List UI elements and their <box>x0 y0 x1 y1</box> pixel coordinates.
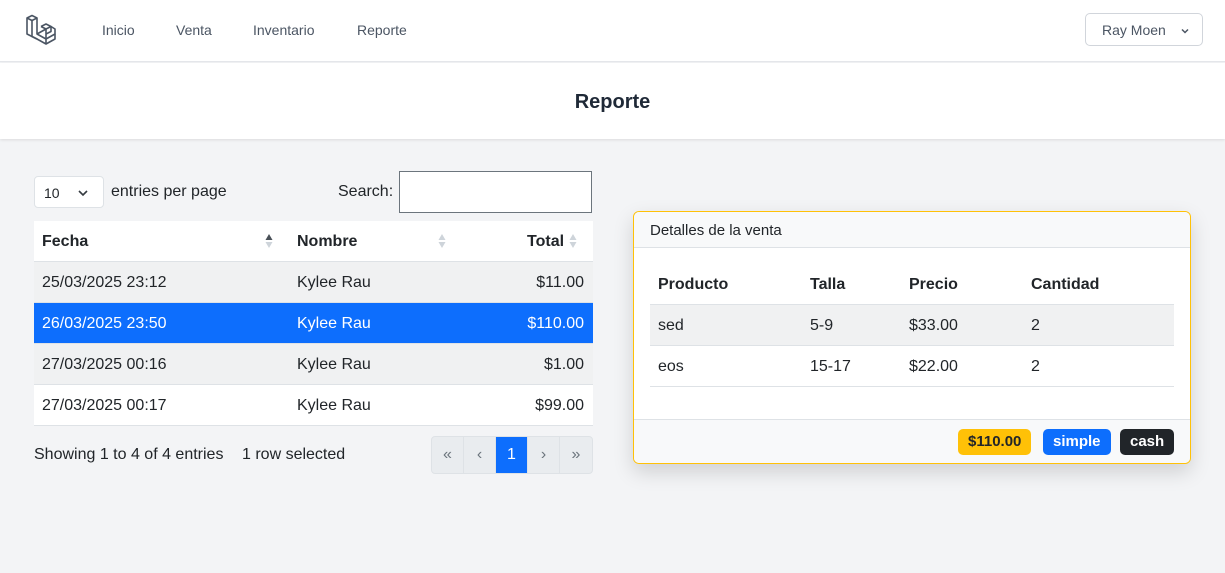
details-row: sed 5-9 $33.00 2 <box>650 305 1174 346</box>
cell-cantidad: 2 <box>1031 317 1040 334</box>
search-label: Search: <box>338 183 394 200</box>
pagination: « ‹ 1 › » <box>431 436 593 474</box>
cell-nombre: Kylee Rau <box>297 397 371 414</box>
nav-link-inicio[interactable]: Inicio <box>102 22 135 38</box>
cell-fecha: 27/03/2025 00:17 <box>42 397 167 414</box>
user-menu-button[interactable]: Ray Moen <box>1085 13 1203 46</box>
entries-per-page-label: entries per page <box>111 183 227 200</box>
nav-link-inventario[interactable]: Inventario <box>253 22 314 38</box>
page-1-button[interactable]: 1 <box>496 437 528 473</box>
chevron-down-icon <box>78 190 88 197</box>
column-header-total[interactable]: Total <box>527 233 564 251</box>
cell-total: $99.00 <box>535 397 584 414</box>
entries-per-page-select[interactable]: 10 <box>34 176 104 208</box>
cell-talla: 15-17 <box>810 358 851 375</box>
cell-producto: eos <box>658 358 684 375</box>
entries-per-page-value: 10 <box>44 185 60 201</box>
cell-nombre: Kylee Rau <box>297 356 371 373</box>
last-page-button[interactable]: » <box>560 437 592 473</box>
sort-icon[interactable] <box>438 233 446 249</box>
details-header-row: Producto Talla Precio Cantidad <box>650 264 1174 305</box>
first-page-button[interactable]: « <box>432 437 464 473</box>
column-header-cantidad: Cantidad <box>1031 276 1100 293</box>
cell-producto: sed <box>658 317 684 334</box>
nav-link-reporte[interactable]: Reporte <box>357 22 407 38</box>
sale-details-card: Detalles de la venta Producto Talla Prec… <box>633 211 1191 464</box>
table-info-text: Showing 1 to 4 of 4 entries <box>34 446 224 463</box>
column-header-producto: Producto <box>658 276 729 293</box>
nav-link-venta[interactable]: Venta <box>176 22 212 38</box>
cell-precio: $33.00 <box>909 317 958 334</box>
card-title: Detalles de la venta <box>650 222 782 239</box>
cell-fecha: 27/03/2025 00:16 <box>42 356 167 373</box>
cell-total: $1.00 <box>543 356 584 373</box>
selected-rows-info: 1 row selected <box>242 446 346 463</box>
previous-page-button[interactable]: ‹ <box>464 437 496 473</box>
cell-total: $11.00 <box>536 274 584 291</box>
page-header: Reporte <box>0 63 1225 139</box>
details-table: Producto Talla Precio Cantidad sed 5-9 $… <box>650 264 1174 387</box>
search-input[interactable] <box>399 171 592 213</box>
total-badge: $110.00 <box>958 429 1032 455</box>
sort-icon[interactable] <box>569 233 577 249</box>
payment-method-badge: cash <box>1120 429 1175 455</box>
cell-fecha: 26/03/2025 23:50 <box>42 315 167 332</box>
top-navbar: Inicio Venta Inventario Reporte Ray Moen <box>0 0 1225 62</box>
column-header-talla: Talla <box>810 276 846 293</box>
card-header: Detalles de la venta <box>634 212 1190 248</box>
laravel-logo-icon[interactable] <box>25 14 57 46</box>
next-page-button[interactable]: › <box>528 437 560 473</box>
sales-table: Fecha Nombre Total 25/03/2025 23:12 Kyle… <box>34 221 593 426</box>
page-title: Reporte <box>574 91 651 113</box>
table-row[interactable]: 27/03/2025 00:17 Kylee Rau $99.00 <box>34 385 593 426</box>
sort-ascending-icon[interactable] <box>265 233 273 249</box>
table-row-selected[interactable]: 26/03/2025 23:50 Kylee Rau $110.00 <box>34 303 593 344</box>
table-header-row: Fecha Nombre Total <box>34 221 593 262</box>
table-row[interactable]: 27/03/2025 00:16 Kylee Rau $1.00 <box>34 344 593 385</box>
user-name: Ray Moen <box>1102 22 1166 38</box>
cell-talla: 5-9 <box>810 317 834 334</box>
cell-nombre: Kylee Rau <box>297 315 371 332</box>
card-footer: $110.00 simple cash <box>634 419 1190 463</box>
column-header-nombre[interactable]: Nombre <box>297 233 357 251</box>
cell-precio: $22.00 <box>909 358 958 375</box>
sale-type-badge: simple <box>1043 429 1111 455</box>
details-row: eos 15-17 $22.00 2 <box>650 346 1174 387</box>
column-header-precio: Precio <box>909 276 958 293</box>
cell-fecha: 25/03/2025 23:12 <box>42 274 167 291</box>
cell-total: $110.00 <box>527 315 584 332</box>
cell-cantidad: 2 <box>1031 358 1040 375</box>
column-header-fecha[interactable]: Fecha <box>42 233 88 251</box>
table-row[interactable]: 25/03/2025 23:12 Kylee Rau $11.00 <box>34 262 593 303</box>
chevron-down-icon <box>1181 28 1189 34</box>
cell-nombre: Kylee Rau <box>297 274 371 291</box>
